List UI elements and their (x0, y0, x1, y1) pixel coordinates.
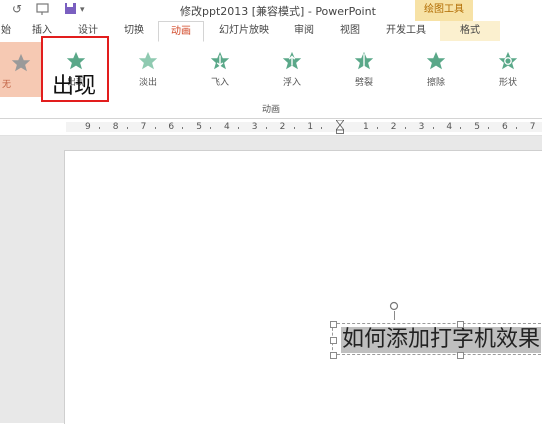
animation-label: 擦除 (426, 78, 445, 88)
ruler-number: 6 (502, 122, 508, 132)
indent-marker-icon[interactable] (336, 120, 344, 134)
ruler-tick (377, 127, 378, 129)
star-wipe-icon (426, 51, 446, 70)
animation-fade[interactable]: 淡出 (123, 48, 173, 94)
ruler-number: 5 (474, 122, 480, 132)
ruler-number: 3 (251, 122, 258, 132)
animation-label: 浮入 (282, 78, 301, 88)
title-bar: ↺ ▾ 修改ppt2013 [兼容模式] - PowerPoint 绘图工具 (0, 0, 542, 21)
ruler-number: 7 (140, 122, 147, 132)
animation-label: 无 (2, 80, 12, 90)
ruler-number: 4 (446, 122, 453, 132)
animation-label: 劈裂 (354, 78, 373, 88)
text-box[interactable]: 如何添加打字机效果 (330, 321, 542, 359)
tab-review[interactable]: 审阅 (286, 21, 322, 41)
ruler-number: 5 (196, 122, 202, 132)
tab-animations[interactable]: 动画 (158, 21, 204, 42)
ruler-tick (126, 127, 128, 129)
animation-flyin[interactable]: 飞入 (195, 48, 245, 94)
ruler-tick (182, 127, 184, 129)
star-flyin-icon (210, 51, 230, 70)
ruler-number: 1 (307, 122, 314, 132)
tab-slideshow[interactable]: 幻灯片放映 (212, 21, 276, 41)
ruler-tick (238, 127, 239, 129)
resize-handle[interactable] (457, 352, 464, 359)
resize-handle[interactable] (330, 321, 337, 328)
rotation-stem (394, 311, 395, 320)
tab-home[interactable]: 始 (0, 21, 12, 41)
rotate-handle-icon[interactable] (389, 301, 399, 311)
ruler-tick (265, 127, 267, 129)
ruler-tick (321, 127, 323, 129)
ruler-tick (293, 127, 295, 129)
animation-shape[interactable]: 形状 (483, 48, 533, 94)
ruler-number: 3 (418, 122, 425, 132)
star-floatin-icon (282, 51, 302, 70)
ruler-number: 4 (224, 122, 230, 132)
animation-none[interactable]: 无 (0, 42, 42, 97)
ruler-tick (516, 127, 517, 129)
window-title: 修改ppt2013 [兼容模式] - PowerPoint (180, 5, 376, 18)
tab-transitions[interactable]: 切换 (116, 21, 152, 41)
tab-view[interactable]: 视图 (332, 21, 368, 41)
ruler-number: 8 (112, 122, 119, 132)
undo-icon[interactable]: ↺ (12, 2, 22, 16)
tab-format[interactable]: 格式 (440, 21, 500, 41)
dropdown-icon[interactable]: ▾ (80, 5, 85, 15)
ruler-tick (99, 127, 100, 129)
star-fade-icon (138, 51, 158, 70)
ruler-tick (432, 127, 434, 129)
animation-split[interactable]: 劈裂 (339, 48, 389, 94)
context-group-label: 绘图工具 (415, 0, 473, 21)
ruler-tick (154, 127, 156, 129)
animation-label: 淡出 (138, 78, 157, 88)
animation-floatin[interactable]: 浮入 (267, 48, 317, 94)
animation-wipe[interactable]: 擦除 (411, 48, 461, 94)
group-label-animation: 动画 (261, 105, 280, 115)
horizontal-ruler: 9 8 7 6 5 4 3 2 1 1 2 3 4 5 6 7 (0, 119, 542, 136)
ruler-tick (460, 127, 462, 129)
resize-handle[interactable] (330, 352, 337, 359)
resize-handle[interactable] (457, 321, 464, 328)
star-none-icon (11, 53, 31, 72)
ruler-band (66, 122, 542, 132)
animation-label: 飞入 (210, 78, 229, 88)
ruler-number: 9 (85, 122, 91, 132)
textbox-text[interactable]: 如何添加打字机效果 (341, 327, 542, 353)
resize-handle[interactable] (330, 337, 337, 344)
ruler-number: 2 (390, 122, 397, 132)
slide-editor: 如何添加打字机效果 (0, 136, 542, 424)
ruler-number: 6 (168, 122, 175, 132)
animation-label: 形状 (498, 78, 517, 88)
ruler-tick (210, 127, 212, 129)
star-split-icon (354, 51, 374, 70)
ruler-number: 7 (529, 122, 536, 132)
star-shape-icon (498, 51, 518, 70)
presentation-icon[interactable] (36, 2, 50, 19)
save-icon[interactable] (64, 2, 77, 18)
ruler-number: 2 (279, 122, 286, 132)
ruler-tick (488, 127, 490, 129)
ruler-tick (404, 127, 406, 129)
tab-developer[interactable]: 开发工具 (378, 21, 434, 41)
callout-label: 出现 (52, 74, 97, 99)
slide[interactable]: 如何添加打字机效果 (64, 150, 542, 424)
ruler-number: 1 (363, 122, 369, 132)
